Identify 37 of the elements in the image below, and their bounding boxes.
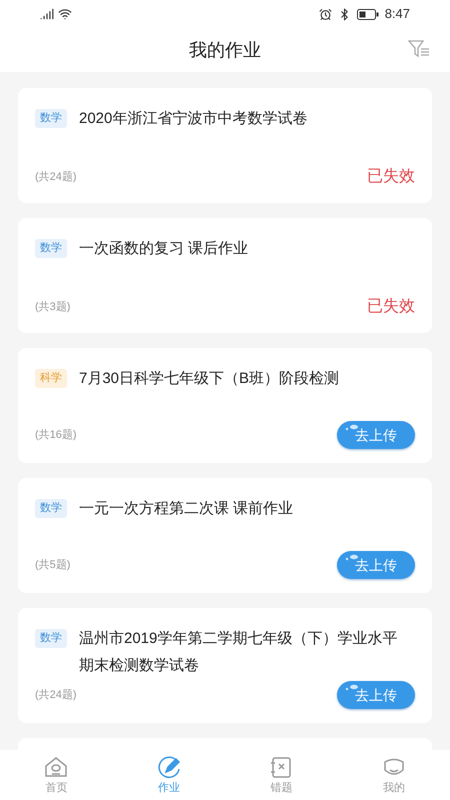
alarm-icon <box>318 8 332 20</box>
assignment-title: 2020年浙江省宁波市中考数学试卷 <box>79 109 308 129</box>
assignment-card[interactable]: 数学 一元一次方程第二次课 课前作业 (共5题) 去上传 <box>18 478 432 593</box>
assignment-card[interactable]: 数学 一次函数的复习 课后作业 (共3题) 已失效 <box>18 218 432 333</box>
filter-icon[interactable] <box>408 39 430 59</box>
question-count: (共16题) <box>35 428 77 443</box>
assignment-card[interactable]: 数学 2020年浙江省宁波市中考数学试卷 (共24题) 已失效 <box>18 88 432 203</box>
assignment-title: 温州市2019学年第二学期七年级（下）学业水平期末检测数学试卷 <box>79 629 398 676</box>
subject-tag: 科学 <box>35 369 67 388</box>
expired-label: 已失效 <box>367 296 415 317</box>
tab-item[interactable]: 错题 <box>225 750 338 800</box>
assignment-card[interactable]: 科学 7月30日科学七年级下（B班）阶段检测 (共16题) 去上传 <box>18 348 432 463</box>
subject-tag: 数学 <box>35 109 67 128</box>
upload-button[interactable]: 去上传 <box>337 551 415 579</box>
assignment-card[interactable]: 数学 温州市2019学年第二学期七年级（下）学业水平期末检测数学试卷 (共24题) 去上传 <box>18 608 432 723</box>
assignment-title: 一次函数的复习 课后作业 <box>79 239 248 259</box>
status-time: 8:47 <box>384 5 410 24</box>
expired-label: 已失效 <box>367 166 415 187</box>
page-title: 我的作业 <box>189 38 261 62</box>
question-count: (共5题) <box>35 558 70 573</box>
wifi-icon <box>58 7 72 21</box>
tab-item[interactable]: 我的 <box>338 750 450 800</box>
upload-button[interactable]: 去上传 <box>337 681 415 709</box>
question-count: (共3题) <box>35 300 70 315</box>
battery-icon <box>356 8 379 20</box>
subject-tag: 数学 <box>35 239 67 258</box>
tab-item[interactable]: 作业 <box>112 750 225 800</box>
question-count: (共24题) <box>35 688 77 703</box>
assignment-title: 7月30日科学七年级下（B班）阶段检测 <box>79 369 340 389</box>
tab-item[interactable]: 首页 <box>0 750 112 800</box>
pencil-icon <box>156 754 182 780</box>
upload-button[interactable]: 去上传 <box>337 421 415 449</box>
subject-tag: 数学 <box>35 629 67 648</box>
question-count: (共24题) <box>35 170 77 185</box>
subject-tag: 数学 <box>35 499 67 518</box>
assignment-title: 一元一次方程第二次课 课前作业 <box>79 499 294 519</box>
signal-icon <box>40 7 54 21</box>
